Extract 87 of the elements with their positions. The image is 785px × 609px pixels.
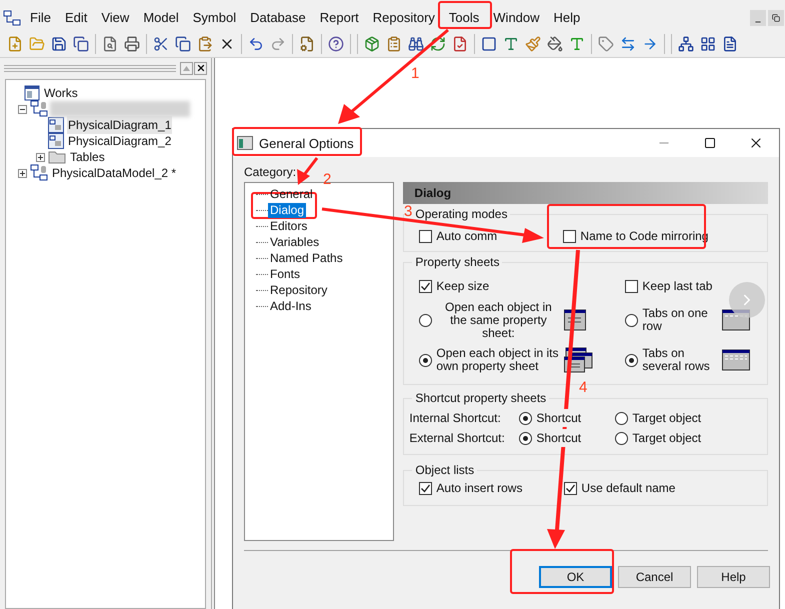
menu-item[interactable]: Tools [442, 8, 486, 28]
category-item[interactable]: Variables [268, 234, 322, 250]
menu-item[interactable]: Window [486, 8, 547, 28]
category-item[interactable]: Add-Ins [268, 298, 314, 314]
menu-item[interactable]: Report [312, 8, 366, 28]
tabbed-window-icon [722, 349, 750, 371]
dialog-button[interactable]: Help [697, 566, 770, 588]
tree-item[interactable]: Works [43, 84, 79, 102]
radio-button[interactable] [625, 354, 638, 366]
radio-button[interactable] [625, 314, 638, 326]
window-icon [237, 136, 253, 150]
step-number: 3 [404, 204, 412, 219]
option-label: Open each object in its own property sheet [436, 347, 560, 373]
radio-button[interactable] [615, 432, 628, 444]
category-item[interactable]: Dialog [268, 202, 306, 218]
radio-button[interactable] [615, 412, 628, 424]
highlight-frame [438, 1, 492, 29]
option-label: Auto insert rows [436, 480, 522, 497]
row-label: External Shortcut: [409, 430, 506, 447]
tree-item[interactable]: Tables [69, 148, 106, 166]
menu-item[interactable]: Edit [58, 8, 94, 28]
close-button[interactable] [194, 62, 207, 74]
plus-icon [37, 154, 44, 160]
tree-item[interactable]: PhysicalDiagram_2 [67, 132, 172, 150]
plus-icon [19, 170, 26, 176]
menu-item[interactable]: Model [136, 8, 186, 28]
collapse-toggle[interactable] [18, 104, 27, 114]
dialog-button[interactable]: OK [539, 566, 612, 588]
radio-button[interactable] [419, 354, 432, 366]
category-item[interactable]: Editors [268, 218, 310, 234]
expand-toggle[interactable] [36, 152, 45, 162]
dialog-button[interactable]: Cancel [618, 566, 691, 588]
model-icon [30, 100, 48, 118]
checkbox[interactable] [419, 280, 432, 292]
option-label: Tabs on several rows [642, 347, 711, 373]
step-number: 2 [323, 172, 332, 187]
option-label: Keep size [436, 278, 490, 295]
close-icon [196, 63, 206, 73]
dialog-title: General Options [259, 136, 354, 150]
group-title: Object lists [412, 463, 478, 477]
checkbox[interactable] [419, 482, 432, 494]
maximize-icon [704, 137, 716, 149]
up-triangle-icon [183, 66, 190, 70]
menu-item[interactable]: Help [546, 8, 588, 28]
option-label: Keep last tab [642, 278, 712, 295]
checkbox[interactable] [625, 280, 638, 292]
menu-item[interactable]: Database [243, 8, 313, 28]
option-label: Tabs on one row [642, 307, 709, 333]
menu-item[interactable]: Symbol [186, 8, 244, 28]
menu-item[interactable]: View [94, 8, 136, 28]
menu-item[interactable]: Repository [366, 8, 442, 28]
option-label: Use default name [581, 480, 676, 497]
workspace-icon [24, 85, 40, 101]
checkbox[interactable] [564, 482, 578, 494]
section-header: Dialog [403, 182, 768, 204]
checkbox[interactable] [419, 230, 432, 242]
option-label: Open each object in the same property sheet: [444, 300, 553, 340]
radio-button[interactable] [519, 432, 532, 444]
category-item[interactable]: Fonts [268, 266, 302, 282]
annotation-arrow [297, 157, 318, 185]
restore-icon [772, 14, 780, 22]
app-icon [3, 10, 21, 26]
option-label: Shortcut [536, 409, 582, 427]
category-item[interactable]: Repository [268, 282, 330, 298]
model-icon [30, 164, 48, 182]
tree-item[interactable]: PhysicalDataModel_2 * [51, 164, 178, 182]
tree-item[interactable]: PhysicalDiagram_1 [67, 116, 172, 134]
step-number: 4 [579, 380, 588, 395]
step-number: 1 [411, 66, 420, 81]
group-title: Operating modes [412, 207, 510, 221]
row-label: Internal Shortcut: [409, 410, 502, 427]
option-label: Shortcut [536, 429, 582, 447]
group-title: Shortcut property sheets [412, 391, 550, 405]
group-title: Property sheets [412, 255, 502, 269]
radio-button[interactable] [519, 412, 532, 424]
category-label: Category: [244, 165, 296, 179]
stacked-windows-icon [564, 347, 594, 373]
folder-icon [48, 150, 66, 164]
diagram-icon [48, 117, 64, 133]
menu-item[interactable]: File [23, 8, 58, 28]
diagram-icon [48, 133, 64, 149]
restore-button[interactable] [768, 10, 784, 26]
expand-toggle[interactable] [18, 168, 27, 178]
option-label: Auto comm [436, 228, 498, 245]
radio-button[interactable] [419, 314, 432, 326]
category-item[interactable]: Named Paths [268, 250, 345, 266]
checkbox[interactable] [563, 230, 576, 242]
